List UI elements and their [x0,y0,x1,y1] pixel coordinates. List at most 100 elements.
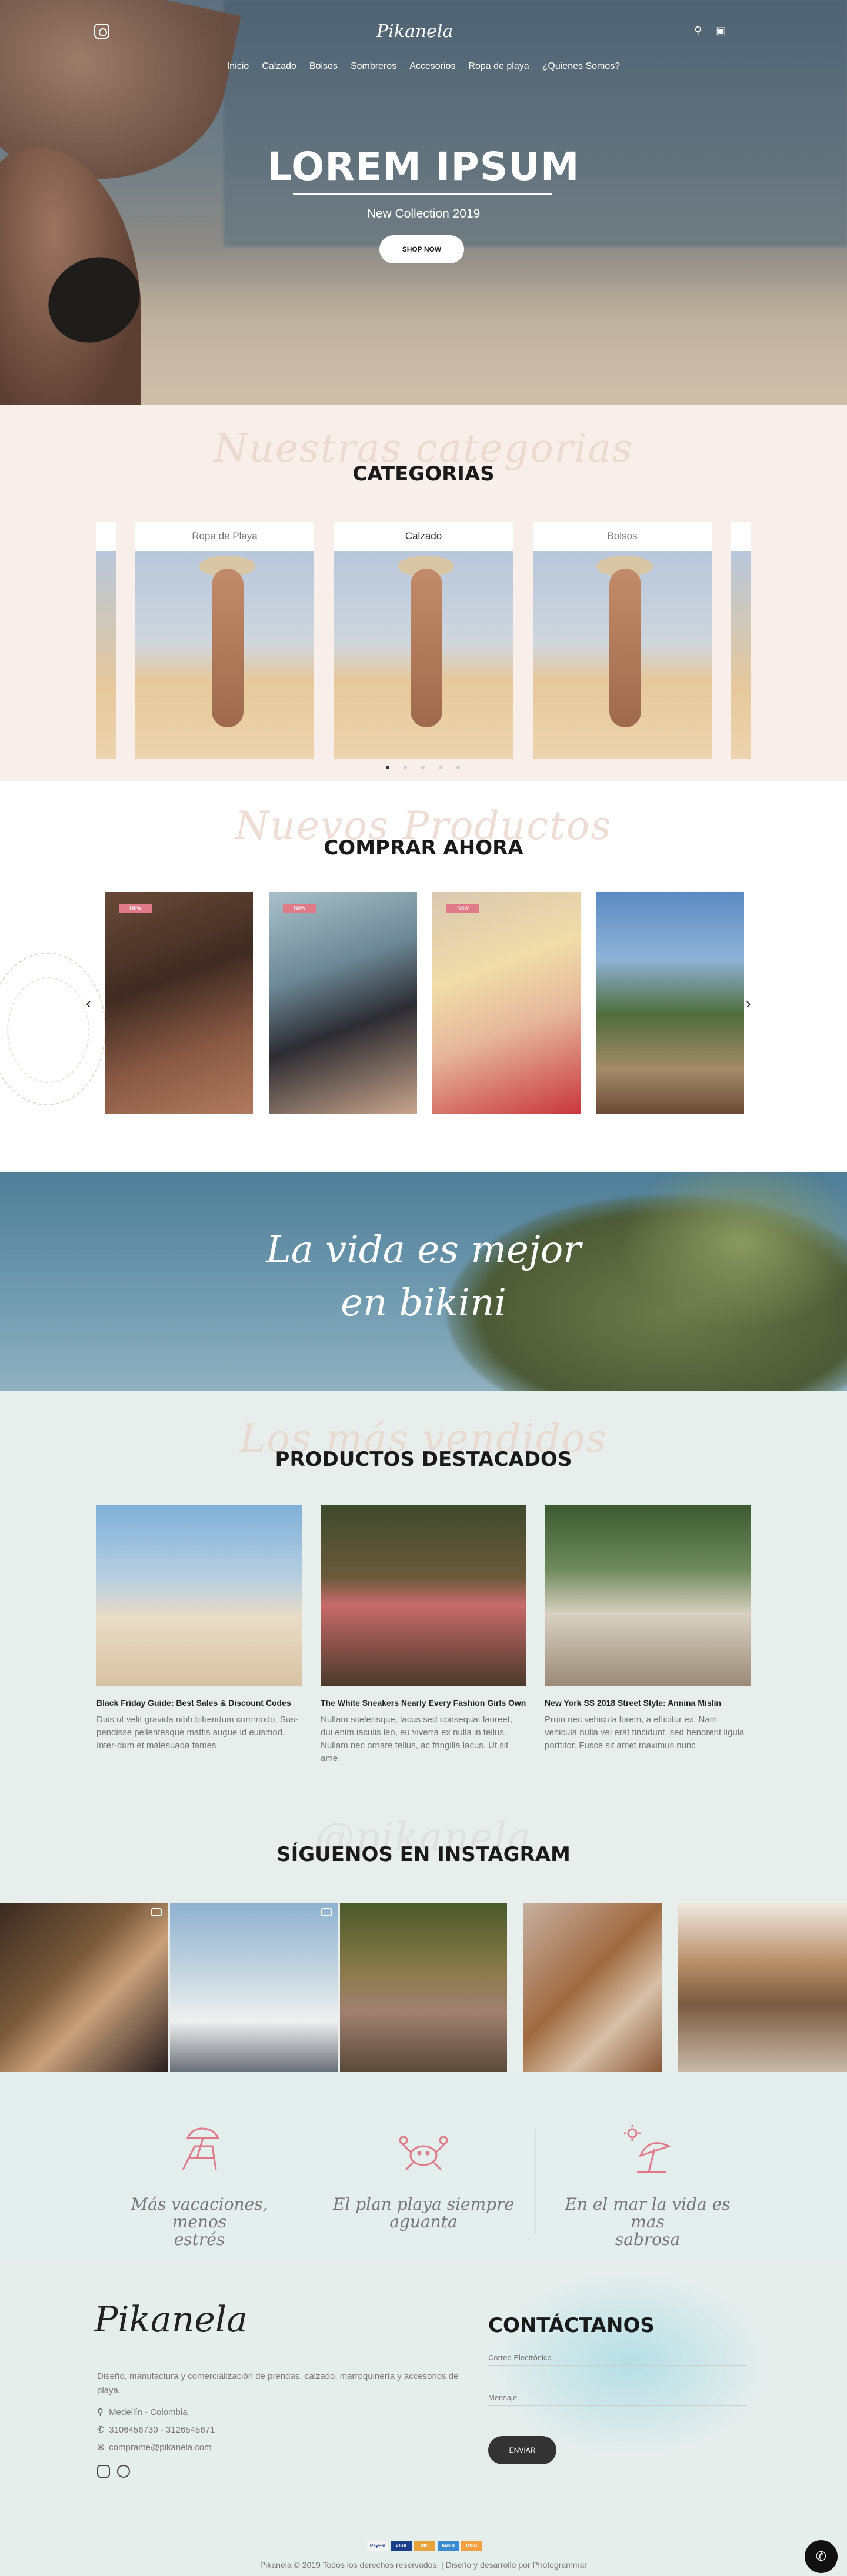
footer-phone-text[interactable]: 3106456730 - 3126545671 [109,2425,215,2435]
gallery-icon [151,1908,162,1916]
category-image [334,551,513,759]
carousel-prev-icon[interactable]: ‹ [86,994,91,1013]
footer-email: ✉ comprame@pikanela.com [97,2442,212,2453]
category-card-calzado[interactable]: Calzado [334,522,513,759]
featured-image[interactable] [96,1505,302,1686]
featured-card-title[interactable]: New York SS 2018 Street Style: Annina Mi… [545,1698,751,1708]
category-label: Calzado [405,530,442,542]
footer-social [97,2465,130,2478]
banner-text: La vida es mejor en bikini [0,1224,847,1329]
beach-umbrella-icon [619,2123,676,2179]
nav-calzado[interactable]: Calzado [262,61,296,72]
search-icon[interactable]: ⚲ [694,25,702,37]
feature-item: El plan playa siempre aguanta [326,2123,521,2231]
categories-title: CATEGORIAS [352,462,495,486]
featured-card[interactable]: Black Friday Guide: Best Sales & Discoun… [96,1505,302,1752]
category-card-partial-right[interactable] [731,522,751,759]
contact-title: CONTÁCTANOS [488,2314,655,2337]
instagram-post[interactable] [678,1903,847,2072]
feature-text: Más vacaciones, menos estrés [102,2196,296,2248]
whatsapp-float-icon[interactable]: ✆ [805,2540,838,2573]
discover-icon: DISC [461,2541,482,2551]
whatsapp-icon[interactable] [117,2465,130,2478]
carousel-dot[interactable] [386,766,389,769]
featured-card-text: Nullam scelerisque, lacus sed consequat … [321,1715,513,1763]
featured-card-title[interactable]: The White Sneakers Nearly Every Fashion … [321,1698,526,1708]
featured-title: PRODUCTOS DESTACADOS [275,1448,572,1471]
footer-description: Diseño, manufactura y comercialización d… [97,2371,459,2395]
instagram-post[interactable] [340,1903,507,2072]
instagram-post[interactable] [0,1903,168,2072]
carousel-dot[interactable] [421,766,425,769]
footer-location-text: Medellín - Colombia [109,2407,188,2417]
instagram-icon[interactable] [97,2465,110,2478]
category-card-bolsos[interactable]: Bolsos [533,522,712,759]
banner-line-2: en bikini [341,1281,506,1325]
footer-location: ⚲ Medellín - Colombia [97,2407,188,2417]
cart-icon[interactable]: ▣ [716,25,726,37]
featured-card-text: Duis ut velit gravida nibh bibendum comm… [96,1715,298,1750]
phone-icon: ✆ [97,2425,105,2435]
copyright: Pikanela © 2019 Todos los derechos reser… [259,2560,588,2570]
payment-methods: PayPal VISA MC AMEX DISC [367,2541,482,2551]
product-card[interactable] [596,892,744,1114]
banner-line-1: La vida es mejor [266,1228,581,1272]
feature-line: En el mar la vida es mas [565,2194,731,2231]
carousel-dot[interactable] [439,766,442,769]
divider [535,2129,536,2234]
featured-image[interactable] [321,1505,526,1686]
feature-line: El plan playa siempre [332,2194,515,2214]
instagram-post[interactable] [170,1903,338,2072]
category-card-ropa-de-playa[interactable]: Ropa de Playa [135,522,314,759]
product-card[interactable]: New [105,892,253,1114]
amex-icon: AMEX [438,2541,459,2551]
beach-chair-icon [171,2123,228,2179]
message-field[interactable] [488,2390,747,2406]
featured-image[interactable] [545,1505,751,1686]
hero-title: LOREM IPSUM [267,144,580,189]
promo-banner: La vida es mejor en bikini [0,1172,847,1391]
products-title: COMPRAR AHORA [324,836,523,860]
category-image [135,551,314,759]
footer-logo[interactable]: Pikanela [94,2299,248,2340]
carousel-dot[interactable] [404,766,407,769]
category-label: Bolsos [607,530,638,542]
nav-sombreros[interactable]: Sombreros [351,61,396,72]
carousel-dots [386,766,460,769]
featured-card[interactable]: New York SS 2018 Street Style: Annina Mi… [545,1505,751,1752]
new-badge: New [283,904,316,913]
nav-accesorios[interactable]: Accesorios [409,61,455,72]
feature-line: sabrosa [615,2230,681,2249]
location-pin-icon: ⚲ [97,2407,104,2417]
nav-ropa-de-playa[interactable]: Ropa de playa [468,61,529,72]
featured-card[interactable]: The White Sneakers Nearly Every Fashion … [321,1505,526,1765]
feature-line: aguanta [389,2212,458,2231]
product-card[interactable]: New [269,892,417,1114]
instagram-title: SÍGUENOS EN INSTAGRAM [276,1843,571,1866]
crab-icon [395,2123,452,2179]
footer-email-text[interactable]: comprame@pikanela.com [109,2443,211,2453]
new-badge: New [446,904,479,913]
nav-quienes-somos[interactable]: ¿Quienes Somos? [542,61,621,72]
mail-icon: ✉ [97,2443,105,2453]
logo[interactable]: Pikanela [376,15,453,48]
nav-inicio[interactable]: Inicio [227,61,249,72]
video-icon [321,1908,332,1916]
shop-now-button[interactable]: SHOP NOW [379,235,464,263]
email-field[interactable] [488,2350,747,2366]
instagram-icon[interactable] [94,24,109,39]
carousel-next-icon[interactable]: › [746,994,751,1013]
hero-subtitle: New Collection 2019 [366,207,481,220]
send-button[interactable]: ENVIAR [488,2436,556,2464]
feature-text: El plan playa siempre aguanta [326,2196,521,2231]
product-card[interactable]: New [432,892,581,1114]
feature-text: En el mar la vida es mas sabrosa [551,2196,745,2248]
feature-item: En el mar la vida es mas sabrosa [551,2123,745,2248]
carousel-dot[interactable] [456,766,460,769]
instagram-post[interactable] [523,1903,662,2072]
hero-title-underline [293,193,552,195]
nav-bolsos[interactable]: Bolsos [309,61,338,72]
header-icons: ⚲ ▣ [694,25,726,37]
category-card-partial-left[interactable] [96,522,116,759]
featured-card-title[interactable]: Black Friday Guide: Best Sales & Discoun… [96,1698,302,1708]
